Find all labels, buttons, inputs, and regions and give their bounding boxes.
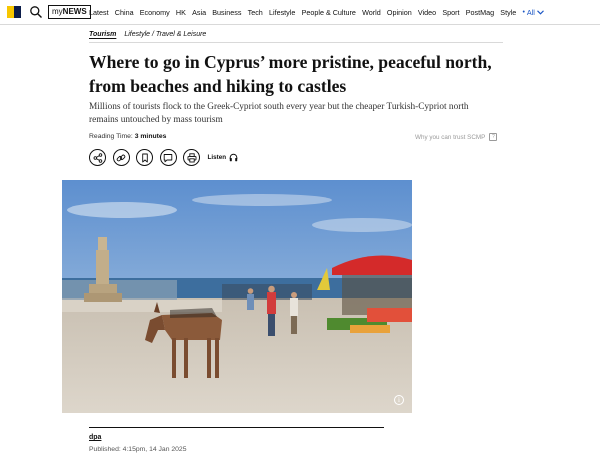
nav-link-business[interactable]: Business	[212, 8, 241, 17]
nav-link-economy[interactable]: Economy	[140, 8, 170, 17]
print-button[interactable]	[183, 149, 200, 166]
nav-link-sport[interactable]: Sport	[442, 8, 459, 17]
nav-dot: •	[522, 9, 525, 16]
comments-button[interactable]	[159, 149, 177, 166]
nav-all-label: All	[526, 8, 535, 17]
nav-link-lifestyle[interactable]: Lifestyle	[269, 8, 295, 17]
image-info-icon[interactable]: i	[394, 395, 404, 405]
reading-time: Reading Time: 3 minutes	[89, 133, 166, 140]
nav-link-tech[interactable]: Tech	[248, 8, 263, 17]
bookmark-button[interactable]	[136, 149, 153, 166]
nav-link-people-culture[interactable]: People & Culture	[302, 8, 356, 17]
listen-button[interactable]: Listen	[208, 153, 239, 162]
top-nav: myNEWS Latest China Economy HK Asia Busi…	[0, 0, 600, 25]
nav-link-postmag[interactable]: PostMag	[466, 8, 494, 17]
nav-link-latest[interactable]: Latest	[89, 8, 109, 17]
nav-links: Latest China Economy HK Asia Business Te…	[89, 0, 544, 25]
nav-link-hk[interactable]: HK	[176, 8, 186, 17]
breadcrumb-link[interactable]: Lifestyle / Travel & Leisure	[124, 31, 206, 38]
hero-image: i	[62, 180, 412, 413]
trust-label: Why you can trust SCMP	[415, 133, 486, 141]
nav-link-china[interactable]: China	[115, 8, 134, 17]
share-icon	[93, 152, 102, 163]
byline-divider	[89, 427, 384, 428]
reading-time-value: 3 minutes	[134, 133, 167, 140]
nav-link-video[interactable]: Video	[418, 8, 436, 17]
listen-label: Listen	[207, 154, 227, 161]
section-link[interactable]: Tourism	[89, 31, 116, 38]
article-subtitle: Millions of tourists flock to the Greek-…	[89, 102, 469, 125]
nav-link-style[interactable]: Style	[500, 8, 516, 17]
article-title: Where to go in Cyprus’ more pristine, pe…	[89, 52, 492, 96]
search-icon[interactable]	[29, 5, 43, 19]
bookmark-icon	[141, 153, 148, 162]
published-date: Published: 4:15pm, 14 Jan 2025	[89, 446, 187, 453]
author-link[interactable]: dpa	[89, 434, 101, 441]
breadcrumb: Tourism Lifestyle / Travel & Leisure	[89, 31, 206, 38]
divider	[89, 42, 503, 43]
print-icon	[187, 152, 196, 162]
chevron-down-icon	[537, 10, 544, 15]
share-button[interactable]	[89, 149, 106, 166]
nav-link-opinion[interactable]: Opinion	[387, 8, 412, 17]
nav-link-asia[interactable]: Asia	[192, 8, 206, 17]
article-actions: Listen	[89, 149, 238, 166]
scmp-logo[interactable]	[7, 6, 21, 18]
comment-icon	[163, 153, 173, 162]
headphones-icon	[229, 153, 238, 162]
nav-link-world[interactable]: World	[362, 8, 381, 17]
reading-time-label: Reading Time:	[89, 133, 133, 140]
copy-link-button[interactable]	[112, 149, 130, 166]
trust-icon: ?	[489, 133, 498, 141]
trust-link[interactable]: Why you can trust SCMP ?	[415, 133, 498, 141]
nav-all-menu[interactable]: • All	[522, 8, 544, 17]
mynews-button[interactable]: myNEWS	[48, 5, 91, 19]
link-icon	[116, 154, 126, 161]
